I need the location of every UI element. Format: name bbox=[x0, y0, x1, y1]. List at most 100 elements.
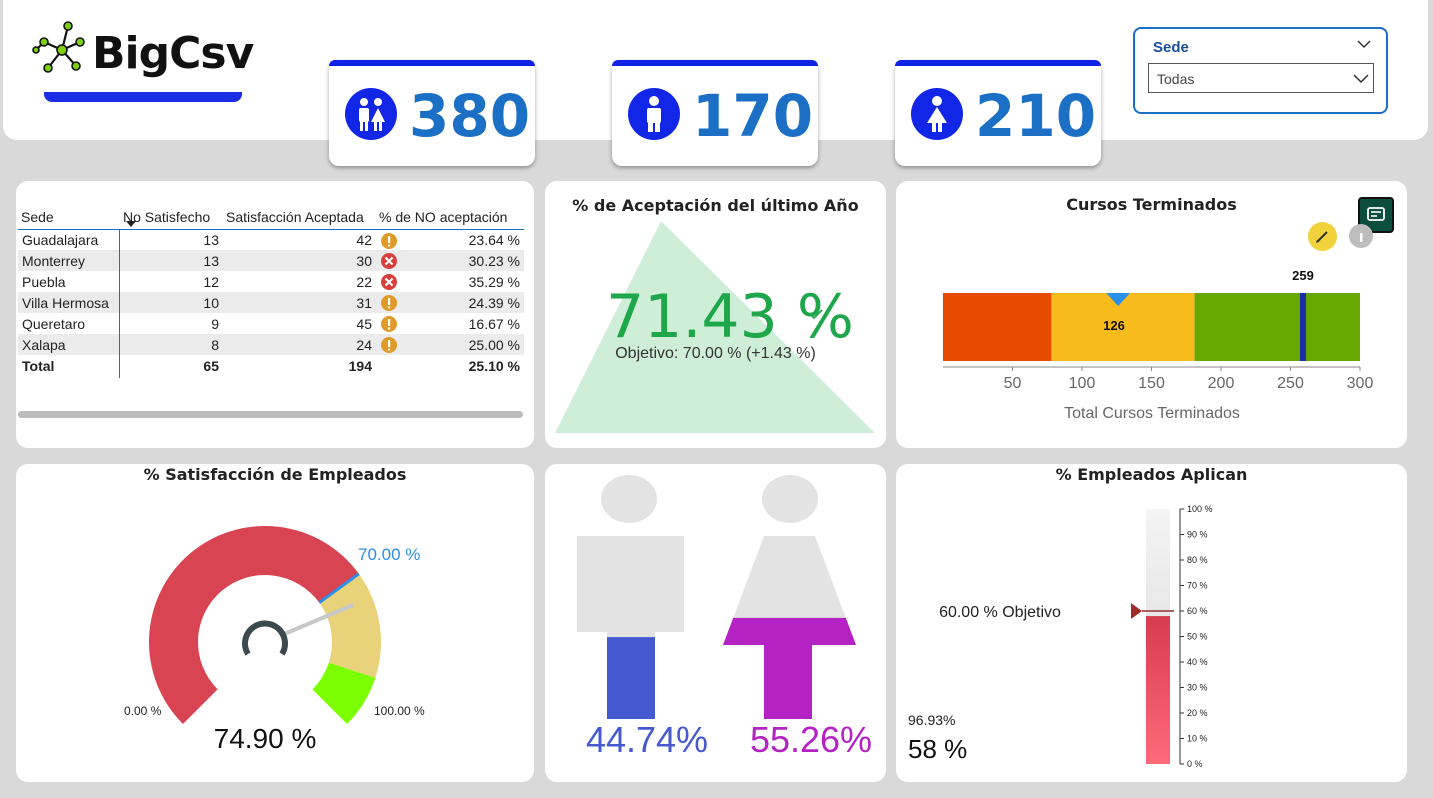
cell-no-aceptacion: 16.67 % bbox=[376, 313, 524, 334]
bullet-band bbox=[943, 293, 1052, 361]
acceptance-title: % de Aceptación del último Año bbox=[572, 196, 859, 215]
male-pct: 44.74% bbox=[586, 719, 708, 760]
total-label: Total bbox=[22, 357, 55, 374]
cell-pct: 25.00 % bbox=[468, 336, 520, 353]
courses-axis-title: Total Cursos Terminados bbox=[1064, 405, 1240, 422]
cell-sede: Monterrey bbox=[18, 250, 120, 271]
warning-icon bbox=[381, 295, 397, 311]
cell-sede: Queretaro bbox=[22, 315, 86, 332]
female-head bbox=[762, 475, 818, 523]
cell-pct: 23.64 % bbox=[468, 231, 520, 248]
pencil-icon bbox=[1316, 231, 1328, 243]
axis-tick-label: 50 bbox=[1004, 375, 1022, 392]
gauge-hub bbox=[242, 620, 288, 656]
sort-desc-icon bbox=[126, 221, 136, 227]
warning-icon bbox=[381, 232, 397, 249]
cell-sede: Villa Hermosa bbox=[18, 292, 120, 313]
cell-sede: Puebla bbox=[22, 273, 66, 290]
male-icon bbox=[628, 88, 680, 140]
gender-infographic: 44.74% 55.26% bbox=[577, 475, 872, 760]
table-row[interactable]: Queretaro 9 45 16.67 % bbox=[18, 313, 524, 334]
satisfaction-table: Sede No Satisfecho Satisfacción Aceptada… bbox=[18, 199, 524, 376]
cell-no-aceptacion: 25.00 % bbox=[376, 334, 524, 355]
table-row[interactable]: Villa Hermosa 10 31 24.39 % bbox=[18, 292, 524, 313]
thermo-tick-label: 40 % bbox=[1187, 657, 1208, 667]
header-sede[interactable]: Sede bbox=[18, 199, 120, 229]
kpi-card-female[interactable]: 210 bbox=[895, 60, 1101, 166]
gauge-min-label: 0.00 % bbox=[124, 704, 162, 718]
warning-icon bbox=[381, 316, 397, 332]
sede-slicer[interactable]: Sede Todas bbox=[1133, 27, 1388, 114]
cell-sede: Xalapa bbox=[18, 334, 120, 355]
cell-pct: 35.29 % bbox=[468, 273, 520, 290]
table-row[interactable]: Guadalajara 13 42 23.64 % bbox=[18, 229, 524, 250]
table-row[interactable]: Xalapa 8 24 25.00 % bbox=[18, 334, 524, 355]
chevron-down-icon bbox=[1353, 74, 1369, 83]
thermo-tick-label: 10 % bbox=[1187, 734, 1208, 744]
cell-no-satisfecho: 8 bbox=[120, 334, 223, 355]
target-marker bbox=[1300, 293, 1307, 361]
cell-satisfaccion: 24 bbox=[223, 334, 376, 355]
courses-title: Cursos Terminados bbox=[1066, 195, 1237, 214]
cell-pct: 16.67 % bbox=[468, 315, 520, 332]
table-total-row: Total 65 194 25.10 % bbox=[18, 355, 524, 376]
cell-no-aceptacion: 30.23 % bbox=[376, 250, 524, 271]
kpi-card-male[interactable]: 170 bbox=[612, 60, 818, 166]
thermo-tick-label: 60 % bbox=[1187, 606, 1208, 616]
logo-network-icon bbox=[32, 21, 85, 73]
total-satisfaccion: 194 bbox=[348, 357, 372, 374]
cell-no-satisfecho: 10 bbox=[120, 292, 223, 313]
cell-no-satisfecho: 9 bbox=[211, 315, 219, 332]
header-no-satisfecho-label: No Satisfecho bbox=[123, 208, 211, 225]
slicer-title: Sede bbox=[1153, 39, 1189, 56]
table-body: Guadalajara 13 42 23.64 % Monterrey 13 30 30.23… bbox=[18, 229, 524, 376]
slicer-dropdown[interactable]: Todas bbox=[1148, 63, 1374, 93]
slicer-selected-value: Todas bbox=[1157, 71, 1195, 87]
bullet-band bbox=[1194, 293, 1360, 361]
info-button[interactable] bbox=[1349, 224, 1373, 248]
thermo-tick-label: 30 % bbox=[1187, 683, 1208, 693]
thermo-fill bbox=[1146, 616, 1170, 764]
thermo-target-marker bbox=[1131, 603, 1142, 619]
cell-satisfaccion: 42 bbox=[356, 231, 372, 248]
header-no-aceptacion[interactable]: % de NO aceptación bbox=[376, 199, 524, 229]
kpi-card-total[interactable]: 380 bbox=[329, 60, 535, 166]
info-icon bbox=[1360, 233, 1363, 242]
cell-no-aceptacion: 24.39 % bbox=[376, 292, 524, 313]
check-icon bbox=[809, 309, 823, 320]
kpi-total-value: 380 bbox=[409, 82, 531, 150]
thermo-tick-label: 80 % bbox=[1187, 555, 1208, 565]
gauge-target-label: 70.00 % bbox=[358, 545, 420, 564]
apply-target-label: 60.00 % Objetivo bbox=[939, 604, 1061, 621]
header-no-satisfecho[interactable]: No Satisfecho bbox=[120, 199, 223, 229]
cell-pct: 24.39 % bbox=[468, 294, 520, 311]
table-row[interactable]: Puebla 12 22 35.29 % bbox=[18, 271, 524, 292]
gauge-max-label: 100.00 % bbox=[374, 704, 425, 718]
edit-button[interactable] bbox=[1308, 222, 1337, 251]
cell-sede: Guadalajara bbox=[22, 231, 99, 248]
kpi-male-value: 170 bbox=[692, 82, 814, 150]
cell-satisfaccion: 31 bbox=[223, 292, 376, 313]
acceptance-goal: Objetivo: 70.00 % (+1.43 %) bbox=[615, 345, 816, 362]
thermo-tick-label: 20 % bbox=[1187, 708, 1208, 718]
axis-tick-label: 150 bbox=[1138, 375, 1165, 392]
warning-icon bbox=[381, 337, 397, 353]
cell-satisfaccion: 45 bbox=[356, 315, 372, 332]
value-label: 126 bbox=[1103, 318, 1125, 333]
cell-no-aceptacion: 23.64 % bbox=[376, 229, 524, 250]
cell-no-satisfecho: 12 bbox=[203, 273, 219, 290]
cell-no-aceptacion: 35.29 % bbox=[376, 271, 524, 292]
table-row[interactable]: Monterrey 13 30 30.23 % bbox=[18, 250, 524, 271]
female-pct: 55.26% bbox=[750, 719, 872, 760]
thermo-tick-label: 100 % bbox=[1187, 504, 1213, 514]
male-fill bbox=[607, 637, 655, 719]
apply-thermometer: 100 % 90 % 80 % 70 % 60 % 50 % 40 % 30 % 20 % 10 … bbox=[908, 504, 1213, 769]
female-icon bbox=[911, 88, 963, 140]
cell-pct: 30.23 % bbox=[468, 252, 520, 269]
horizontal-scrollbar[interactable] bbox=[18, 411, 523, 418]
thermo-tick-label: 0 % bbox=[1187, 759, 1203, 769]
chevron-down-icon[interactable] bbox=[1357, 39, 1371, 49]
courses-bullet-chart: 259 126 50 100 150 200 250 300 Total Cursos Te… bbox=[943, 268, 1373, 422]
female-fill bbox=[723, 617, 856, 719]
header-satisfaccion[interactable]: Satisfacción Aceptada bbox=[223, 199, 376, 229]
